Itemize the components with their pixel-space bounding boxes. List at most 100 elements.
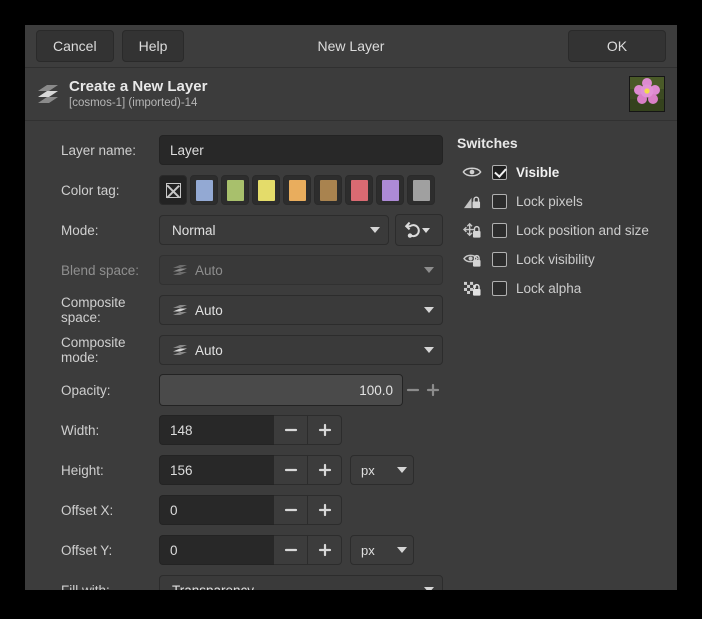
composite-mode-value: Auto — [195, 343, 418, 358]
height-decrement-button[interactable] — [274, 455, 308, 485]
row-fill-with: Fill with: Transparency — [37, 575, 443, 590]
color-tag-green[interactable] — [221, 175, 249, 205]
mode-reset-button[interactable] — [395, 214, 443, 246]
chevron-down-icon — [424, 307, 434, 313]
opacity-increment-button[interactable] — [423, 377, 443, 403]
offset-unit-dropdown[interactable]: px — [350, 535, 414, 565]
color-tag-red[interactable] — [345, 175, 373, 205]
composite-space-control: Auto — [159, 295, 443, 325]
offset-x-control — [159, 495, 443, 525]
eye-icon — [461, 163, 483, 181]
row-height: Height: px — [37, 455, 443, 485]
lock-visibility-icon — [461, 250, 483, 268]
chevron-down-icon — [397, 547, 407, 553]
layer-name-input[interactable] — [159, 135, 443, 165]
composite-space-dropdown[interactable]: Auto — [159, 295, 443, 325]
composite-mode-control: Auto — [159, 335, 443, 365]
height-input[interactable] — [159, 455, 274, 485]
switch-label-lock-pixels: Lock pixels — [516, 194, 583, 209]
row-opacity: Opacity: 100.0 — [37, 375, 443, 405]
fill-with-value: Transparency — [172, 583, 418, 591]
offset-x-label: Offset X: — [37, 503, 159, 518]
blend-space-control: Auto — [159, 255, 443, 285]
height-increment-button[interactable] — [308, 455, 342, 485]
lock-visibility-checkbox[interactable] — [492, 252, 507, 267]
color-tag-violet[interactable] — [376, 175, 404, 205]
layer-name-label: Layer name: — [37, 143, 159, 158]
row-composite-mode: Composite mode: Auto — [37, 335, 443, 365]
width-increment-button[interactable] — [308, 415, 342, 445]
row-width: Width: — [37, 415, 443, 445]
row-offset-x: Offset X: — [37, 495, 443, 525]
offset-y-increment-button[interactable] — [308, 535, 342, 565]
visible-checkbox[interactable] — [492, 165, 507, 180]
offset-x-decrement-button[interactable] — [274, 495, 308, 525]
lock-alpha-checkbox[interactable] — [492, 281, 507, 296]
switches-title: Switches — [457, 135, 677, 151]
switch-visible[interactable]: Visible — [457, 161, 677, 183]
switch-lock-alpha[interactable]: Lock alpha — [457, 277, 677, 299]
switch-lock-visibility[interactable]: Lock visibility — [457, 248, 677, 270]
mode-value: Normal — [172, 223, 364, 238]
size-unit-dropdown[interactable]: px — [350, 455, 414, 485]
row-composite-space: Composite space: Auto — [37, 295, 443, 325]
offset-y-decrement-button[interactable] — [274, 535, 308, 565]
switches-column: Switches Visible — [443, 135, 677, 590]
layers-icon — [172, 304, 188, 316]
switch-label-lock-alpha: Lock alpha — [516, 281, 581, 296]
offset-x-input[interactable] — [159, 495, 274, 525]
opacity-slider[interactable]: 100.0 — [159, 374, 403, 406]
lock-position-icon — [461, 221, 483, 239]
size-unit-value: px — [361, 463, 391, 478]
color-tag-brown[interactable] — [314, 175, 342, 205]
lock-position-checkbox[interactable] — [492, 223, 507, 238]
chevron-down-icon — [424, 347, 434, 353]
opacity-decrement-button[interactable] — [403, 377, 423, 403]
composite-mode-dropdown[interactable]: Auto — [159, 335, 443, 365]
layer-name-control — [159, 135, 443, 165]
color-tag-none[interactable] — [159, 175, 187, 205]
offset-y-input[interactable] — [159, 535, 274, 565]
color-tag-blue[interactable] — [190, 175, 218, 205]
header-title: Create a New Layer — [69, 78, 629, 95]
width-decrement-button[interactable] — [274, 415, 308, 445]
blend-space-dropdown[interactable]: Auto — [159, 255, 443, 285]
mode-dropdown[interactable]: Normal — [159, 215, 389, 245]
lock-pixels-checkbox[interactable] — [492, 194, 507, 209]
switch-label-lock-position: Lock position and size — [516, 223, 649, 238]
mode-control: Normal — [159, 214, 443, 246]
width-control — [159, 415, 443, 445]
form-column: Layer name: Color tag: — [25, 135, 443, 590]
switch-lock-pixels[interactable]: Lock pixels — [457, 190, 677, 212]
color-tag-yellow[interactable] — [252, 175, 280, 205]
offset-x-increment-button[interactable] — [308, 495, 342, 525]
dialog-body: Layer name: Color tag: — [25, 121, 677, 590]
opacity-value: 100.0 — [359, 375, 393, 405]
fill-with-control: Transparency — [159, 575, 443, 590]
switch-label-visible: Visible — [516, 165, 559, 180]
composite-space-value: Auto — [195, 303, 418, 318]
fill-with-dropdown[interactable]: Transparency — [159, 575, 443, 590]
cancel-button[interactable]: Cancel — [36, 30, 114, 62]
layers-icon — [172, 264, 188, 276]
width-label: Width: — [37, 423, 159, 438]
chevron-down-icon — [370, 227, 380, 233]
layers-icon — [35, 82, 61, 106]
composite-mode-label: Composite mode: — [37, 335, 159, 365]
ok-button[interactable]: OK — [568, 30, 666, 62]
mode-label: Mode: — [37, 223, 159, 238]
help-button[interactable]: Help — [122, 30, 185, 62]
height-label: Height: — [37, 463, 159, 478]
reset-revert-icon — [404, 221, 434, 239]
opacity-label: Opacity: — [37, 383, 159, 398]
lock-pixels-icon — [461, 192, 483, 210]
layers-icon — [172, 344, 188, 356]
switch-label-lock-visibility: Lock visibility — [516, 252, 595, 267]
color-tag-strip — [159, 175, 435, 205]
image-thumbnail — [629, 76, 665, 112]
width-input[interactable] — [159, 415, 274, 445]
color-tag-gray[interactable] — [407, 175, 435, 205]
switch-lock-position[interactable]: Lock position and size — [457, 219, 677, 241]
color-tag-orange[interactable] — [283, 175, 311, 205]
row-offset-y: Offset Y: px — [37, 535, 443, 565]
